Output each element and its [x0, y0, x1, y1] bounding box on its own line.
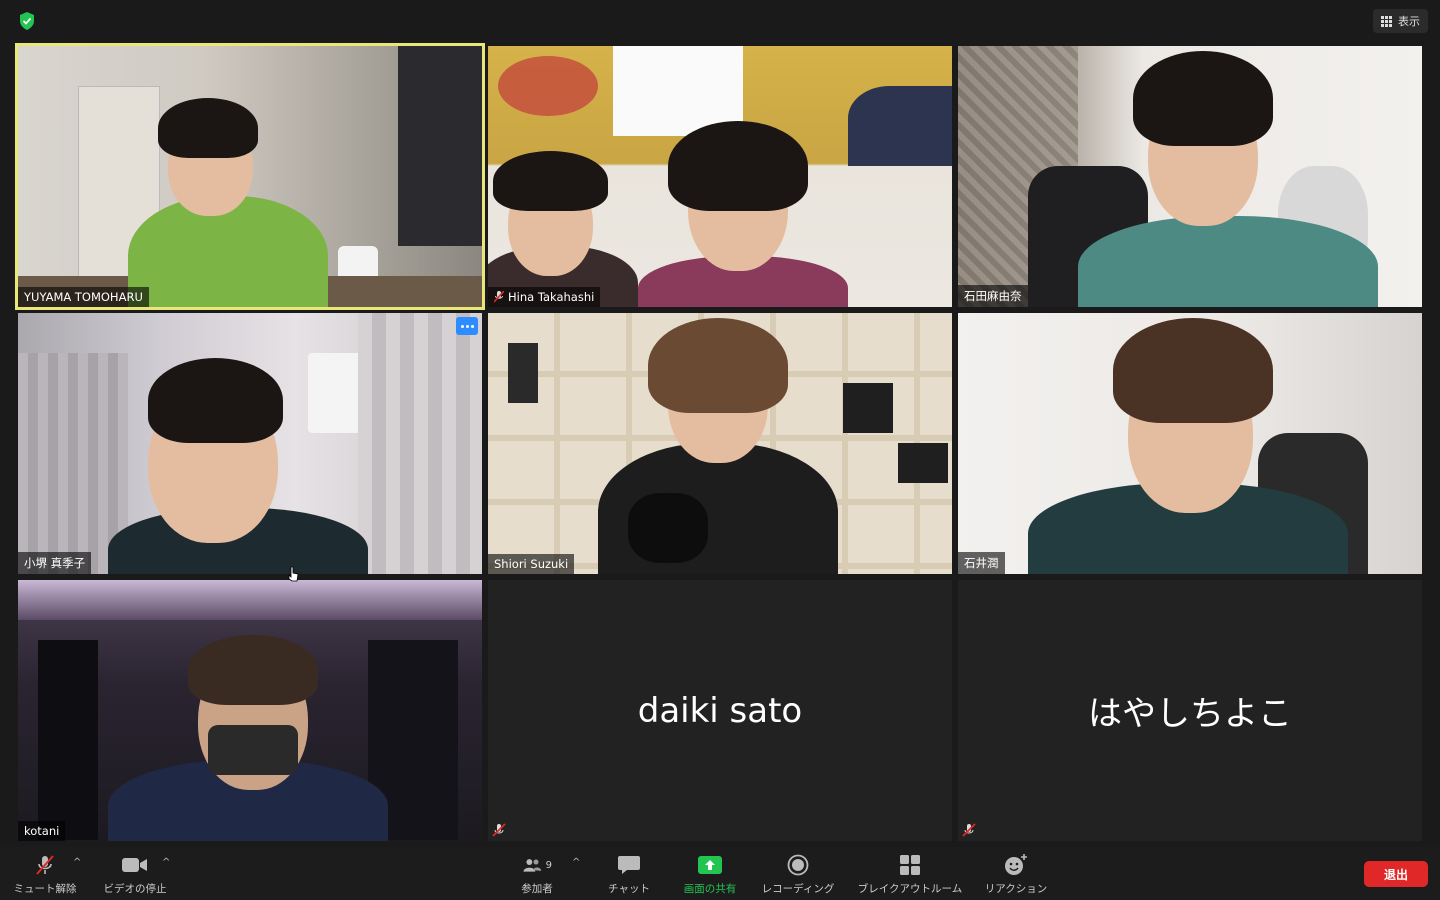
video-camera-icon: [122, 858, 147, 872]
participant-name-tag: 石井潤: [958, 552, 1005, 574]
audio-options-caret-icon[interactable]: ^: [73, 857, 81, 868]
participant-name-display: daiki sato: [637, 690, 803, 731]
reactions-button[interactable]: リアクション: [971, 853, 1061, 896]
unmute-label: ミュート解除: [13, 883, 77, 895]
participants-label: 参加者: [521, 883, 553, 895]
participant-name: 石井潤: [964, 556, 999, 570]
share-screen-label: 画面の共有: [683, 883, 737, 895]
participants-options-caret-icon[interactable]: ^: [572, 857, 580, 868]
participant-name: 石田麻由奈: [964, 289, 1022, 303]
participant-name: Shiori Suzuki: [494, 557, 569, 571]
record-label: レコーディング: [761, 883, 835, 895]
video-tile-daiki-sato[interactable]: daiki sato: [488, 580, 952, 841]
participants-button[interactable]: 9 参加者: [492, 853, 582, 896]
video-tile-hayashi-chiyoko[interactable]: はやしちよこ: [958, 580, 1422, 841]
video-tile-hina-takahashi[interactable]: Hina Takahashi: [488, 46, 952, 307]
muted-mic-icon: [962, 823, 976, 837]
video-feed: [18, 580, 482, 841]
meeting-toolbar: ミュート解除 ^ ビデオの停止 ^ 9 参加者 ^ チャット 画面の共有 レコー…: [0, 847, 1440, 900]
video-feed: [488, 46, 952, 307]
encryption-shield-icon[interactable]: [16, 10, 38, 32]
participant-name-tag: 小堺 真季子: [18, 552, 92, 574]
participant-name: Hina Takahashi: [508, 290, 595, 304]
video-feed: [958, 46, 1422, 307]
stop-video-label: ビデオの停止: [103, 883, 167, 895]
share-screen-icon: [698, 856, 722, 874]
participant-name-tag: Shiori Suzuki: [488, 554, 575, 574]
video-options-caret-icon[interactable]: ^: [162, 857, 170, 868]
gallery-view-icon: [1381, 15, 1392, 27]
video-tile-kosakai-makiko[interactable]: 小堺 真季子: [18, 313, 482, 574]
share-screen-button[interactable]: 画面の共有: [665, 853, 755, 896]
view-button[interactable]: 表示: [1373, 9, 1428, 33]
participant-name: kotani: [24, 824, 60, 838]
breakout-rooms-button[interactable]: ブレイクアウトルーム: [852, 853, 968, 896]
participant-name: 小堺 真季子: [24, 556, 86, 570]
participant-name-tag: 石田麻由奈: [958, 285, 1028, 307]
video-tile-kotani[interactable]: kotani: [18, 580, 482, 841]
participant-name-tag: Hina Takahashi: [488, 287, 601, 307]
reaction-smiley-icon: [1005, 854, 1027, 875]
muted-mic-icon: [494, 291, 504, 303]
top-bar: 表示: [0, 0, 1440, 42]
video-tile-shiori-suzuki[interactable]: Shiori Suzuki: [488, 313, 952, 574]
participant-name-tag: YUYAMA TOMOHARU: [18, 287, 149, 307]
chat-bubble-icon: [618, 856, 640, 874]
chat-button[interactable]: チャット: [584, 853, 674, 896]
muted-microphone-icon: [36, 855, 54, 875]
video-feed: [488, 313, 952, 574]
participants-icon: [523, 859, 542, 872]
more-options-button[interactable]: [456, 317, 478, 335]
mouse-cursor-icon: [288, 566, 299, 582]
video-tile-ishida-mayuna[interactable]: 石田麻由奈: [958, 46, 1422, 307]
video-tile-yuyama[interactable]: YUYAMA TOMOHARU: [15, 43, 485, 310]
view-label: 表示: [1398, 15, 1420, 28]
chat-label: チャット: [608, 883, 650, 895]
participant-name-display: はやしちよこ: [1088, 694, 1292, 734]
video-feed: [18, 313, 482, 574]
participants-count: 9: [545, 859, 552, 871]
muted-mic-icon: [492, 823, 506, 837]
breakout-rooms-icon: [900, 855, 920, 875]
participant-name-tag: kotani: [18, 821, 66, 841]
video-feed: [958, 313, 1422, 574]
video-feed: [18, 46, 482, 307]
video-tile-ishii-jun[interactable]: 石井潤: [958, 313, 1422, 574]
record-icon: [787, 854, 809, 876]
breakout-rooms-label: ブレイクアウトルーム: [857, 883, 963, 895]
leave-meeting-button[interactable]: 退出: [1364, 861, 1428, 887]
reactions-label: リアクション: [984, 883, 1048, 895]
participant-name: YUYAMA TOMOHARU: [24, 290, 143, 304]
record-button[interactable]: レコーディング: [753, 853, 843, 896]
